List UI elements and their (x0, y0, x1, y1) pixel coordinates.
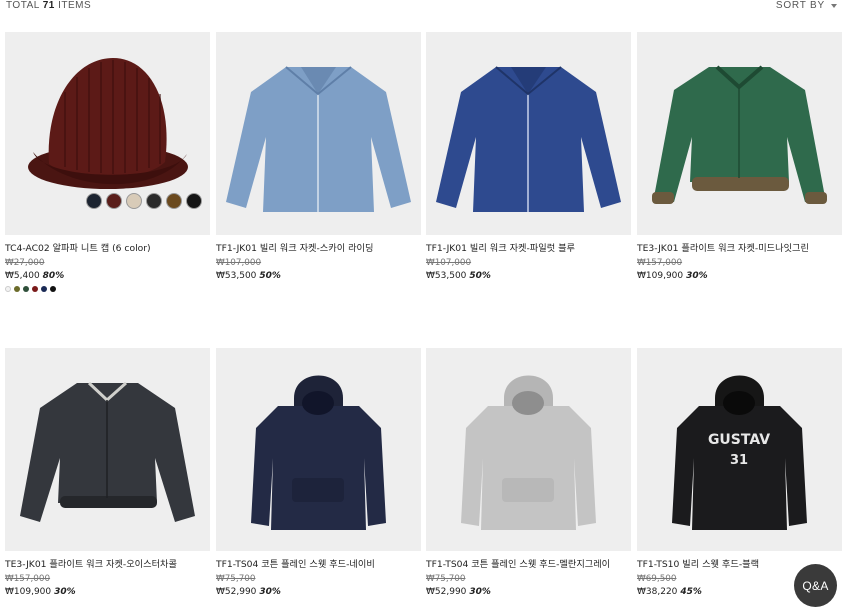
color-chip[interactable] (186, 193, 202, 209)
sale-price: ₩109,900 (5, 587, 52, 597)
product-card[interactable]: TE3-JK01 플라이트 워크 자켓-미드나잇그린 ₩157,000 ₩109… (637, 32, 842, 282)
sale-price-row: ₩109,900 30% (637, 270, 842, 282)
caret-down-icon (831, 3, 837, 8)
original-price: ₩75,700 (216, 574, 256, 584)
color-chip[interactable] (166, 193, 182, 209)
product-card[interactable]: TF1-TS04 코튼 플레인 스웻 후드-네이비 ₩75,700 ₩52,99… (216, 348, 421, 598)
color-swatch (5, 286, 11, 292)
sale-price-row: ₩5,400 80% (5, 270, 210, 282)
product-card[interactable]: TF1-JK01 빌리 워크 자켓-파일럿 블루 ₩107,000 ₩53,50… (426, 32, 631, 282)
sale-price-row: ₩109,900 30% (5, 586, 210, 598)
sale-price: ₩53,500 (426, 271, 467, 281)
discount-rate: 30% (54, 587, 76, 597)
color-chips (86, 193, 202, 209)
flight-jacket-image (652, 65, 827, 204)
product-name[interactable]: TF1-JK01 빌리 워크 자켓-스카이 라이딩 (216, 243, 421, 255)
product-image[interactable] (426, 348, 631, 551)
sale-price-row: ₩52,990 30% (216, 586, 421, 598)
color-swatch (14, 286, 20, 292)
color-swatches (5, 286, 210, 292)
product-name[interactable]: TF1-TS04 코튼 플레인 스웻 후드-멜란지그레이 (426, 559, 631, 571)
product-image[interactable] (216, 348, 421, 551)
product-card[interactable]: GUSTAV 31 TF1-TS10 빌리 스웻 후드-블랙 ₩69,500 ₩… (637, 348, 842, 598)
color-chip[interactable] (146, 193, 162, 209)
total-suffix: ITEMS (58, 0, 92, 11)
discount-rate: 30% (686, 271, 708, 281)
total-label: TOTAL (6, 0, 40, 11)
print-text: GUSTAV (708, 432, 770, 448)
jacket-image (436, 66, 621, 212)
color-chip[interactable] (106, 193, 122, 209)
jacket-image (226, 66, 411, 212)
product-card[interactable]: TC4-AC02 알파파 니트 캡 (6 color) ₩27,000 ₩5,4… (5, 32, 210, 292)
discount-rate: 50% (469, 271, 491, 281)
product-image[interactable] (5, 348, 210, 551)
sale-price-row: ₩53,500 50% (216, 270, 421, 282)
product-name[interactable]: TF1-JK01 빌리 워크 자켓-파일럿 블루 (426, 243, 631, 255)
total-items-count: TOTAL 71 ITEMS (6, 0, 91, 11)
sort-by-dropdown[interactable]: SORT BY (776, 0, 837, 11)
sale-price-row: ₩52,990 30% (426, 586, 631, 598)
product-name[interactable]: TE3-JK01 플라이트 워크 자켓-미드나잇그린 (637, 243, 842, 255)
original-price: ₩157,000 (5, 574, 51, 584)
product-image[interactable] (426, 32, 631, 235)
color-chip[interactable] (86, 193, 102, 209)
product-image[interactable] (637, 32, 842, 235)
total-count: 71 (42, 0, 55, 11)
discount-rate: 30% (259, 587, 281, 597)
sale-price: ₩52,990 (216, 587, 257, 597)
original-price: ₩107,000 (216, 258, 262, 268)
color-swatch (23, 286, 29, 292)
sort-label: SORT BY (775, 0, 825, 11)
discount-rate: 50% (259, 271, 281, 281)
discount-rate: 80% (42, 271, 65, 281)
discount-rate: 45% (680, 587, 702, 597)
product-name[interactable]: TC4-AC02 알파파 니트 캡 (6 color) (5, 243, 210, 255)
list-header: TOTAL 71 ITEMS SORT BY (0, 0, 849, 14)
color-chip[interactable] (126, 193, 142, 209)
sale-price: ₩38,220 (637, 587, 678, 597)
hoodie-image: GUSTAV 31 (672, 375, 807, 530)
discount-rate: 30% (469, 587, 491, 597)
original-price: ₩157,000 (637, 258, 683, 268)
product-name[interactable]: TF1-TS04 코튼 플레인 스웻 후드-네이비 (216, 559, 421, 571)
product-card[interactable]: TE3-JK01 플라이트 워크 자켓-오이스터차콜 ₩157,000 ₩109… (5, 348, 210, 598)
sale-price: ₩52,990 (426, 587, 467, 597)
product-image[interactable] (5, 32, 210, 235)
original-price: ₩107,000 (426, 258, 472, 268)
qa-button[interactable]: Q&A (794, 564, 837, 607)
product-name[interactable]: TE3-JK01 플라이트 워크 자켓-오이스터차콜 (5, 559, 210, 571)
sale-price: ₩53,500 (216, 271, 257, 281)
original-price: ₩27,000 (5, 258, 45, 268)
color-swatch (32, 286, 38, 292)
product-card[interactable]: TF1-JK01 빌리 워크 자켓-스카이 라이딩 ₩107,000 ₩53,5… (216, 32, 421, 282)
sale-price: ₩5,400 (5, 271, 40, 281)
hoodie-image (251, 375, 386, 530)
color-swatch (41, 286, 47, 292)
color-swatch (50, 286, 56, 292)
hoodie-image (461, 375, 596, 530)
flight-jacket-image (20, 381, 195, 522)
sale-price-row: ₩53,500 50% (426, 270, 631, 282)
product-card[interactable]: TF1-TS04 코튼 플레인 스웻 후드-멜란지그레이 ₩75,700 ₩52… (426, 348, 631, 598)
original-price: ₩75,700 (426, 574, 466, 584)
product-image[interactable] (216, 32, 421, 235)
product-image[interactable]: GUSTAV 31 (637, 348, 842, 551)
sale-price: ₩109,900 (637, 271, 684, 281)
print-number: 31 (730, 453, 748, 468)
